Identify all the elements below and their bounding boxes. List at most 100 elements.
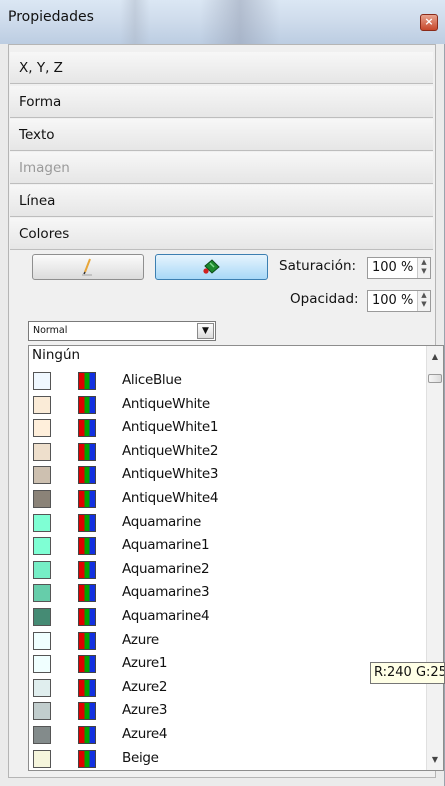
color-list[interactable]: Ningún AliceBlue AntiqueWhite AntiqueWhite… [28, 345, 444, 771]
spinner-arrows-icon[interactable]: ▲ ▼ [417, 258, 430, 278]
section-texto[interactable]: Texto [10, 119, 433, 151]
rgb-channels-icon [78, 419, 96, 438]
color-name: Azure4 [122, 725, 168, 742]
color-swatch [33, 489, 51, 508]
color-list-item[interactable]: AntiqueWhite2 [29, 440, 429, 464]
color-list-item[interactable]: Aquamarine4 [29, 605, 429, 629]
color-swatch [33, 678, 51, 697]
color-name: AntiqueWhite [122, 395, 210, 412]
color-name: Azure [122, 631, 159, 648]
title-bar-glass [120, 0, 150, 44]
color-swatch [33, 631, 51, 650]
chevron-down-icon[interactable]: ▼ [197, 323, 214, 339]
opacity-value: 100 % [372, 293, 414, 308]
blend-mode-select[interactable]: Normal ▼ [28, 321, 216, 341]
color-list-item[interactable]: AntiqueWhite4 [29, 487, 429, 511]
rgb-channels-icon [78, 372, 96, 390]
color-name: Aquamarine1 [122, 537, 210, 554]
spinner-arrows-icon[interactable]: ▲ ▼ [417, 291, 430, 311]
color-list-item[interactable]: Azure2 [29, 676, 429, 700]
fill-color-button[interactable] [155, 254, 268, 280]
rgb-channels-icon [78, 584, 96, 603]
vertical-scrollbar[interactable]: ▲ ▼ [426, 346, 443, 770]
color-swatch [33, 372, 51, 390]
color-list-item[interactable]: Azure4 [29, 723, 429, 747]
color-list-item[interactable]: Azure1 [29, 652, 429, 676]
section-colores[interactable]: Colores [10, 218, 433, 250]
color-list-item[interactable]: AliceBlue [29, 369, 429, 393]
color-name: AliceBlue [122, 372, 182, 388]
color-list-item[interactable]: Beige [29, 747, 429, 771]
scroll-up-icon[interactable]: ▲ [427, 352, 443, 361]
color-name: Aquamarine3 [122, 584, 210, 601]
color-swatch [33, 419, 51, 438]
color-list-item[interactable]: Aquamarine2 [29, 558, 429, 582]
color-list-item[interactable]: Azure [29, 629, 429, 653]
color-swatch [33, 513, 51, 532]
color-list-item[interactable]: Aquamarine3 [29, 581, 429, 605]
opacity-spinner[interactable]: 100 % ▲ ▼ [367, 290, 431, 312]
rgb-channels-icon [78, 442, 96, 461]
rgb-channels-icon [78, 631, 96, 650]
rgb-channels-icon [78, 395, 96, 414]
scroll-down-icon[interactable]: ▼ [427, 755, 443, 764]
saturation-value: 100 % [372, 260, 414, 275]
pen-color-button[interactable] [32, 254, 144, 280]
color-swatch [33, 395, 51, 414]
color-name: Aquamarine [122, 513, 201, 530]
section-forma[interactable]: Forma [10, 86, 433, 118]
color-swatch [33, 607, 51, 626]
color-swatch [33, 702, 51, 721]
paint-bucket-icon [202, 259, 220, 274]
color-swatch [33, 584, 51, 603]
color-name: Aquamarine2 [122, 560, 210, 577]
color-list-item[interactable]: AntiqueWhite1 [29, 416, 429, 440]
color-swatch [33, 560, 51, 579]
color-list-item[interactable]: AntiqueWhite [29, 393, 429, 417]
pen-icon [82, 258, 92, 276]
color-name: Azure3 [122, 702, 168, 719]
window-title: Propiedades [8, 9, 94, 25]
color-name: Azure2 [122, 678, 168, 695]
color-list-item[interactable] [29, 770, 429, 771]
rgb-channels-icon [78, 678, 96, 697]
title-bar[interactable]: Propiedades × [0, 0, 445, 44]
color-name: Azure1 [122, 655, 168, 672]
close-button[interactable]: × [420, 14, 438, 31]
rgb-channels-icon [78, 537, 96, 556]
color-swatch [33, 725, 51, 744]
rgb-channels-icon [78, 607, 96, 626]
color-swatch [33, 466, 51, 485]
color-list-item[interactable]: Azure3 [29, 699, 429, 723]
color-list-item[interactable]: AntiqueWhite3 [29, 463, 429, 487]
color-name: Aquamarine4 [122, 607, 210, 624]
rgb-channels-icon [78, 489, 96, 508]
rgb-channels-icon [78, 725, 96, 744]
section-imagen: Imagen [10, 152, 433, 184]
section-linea[interactable]: Línea [10, 185, 433, 217]
color-swatch [33, 537, 51, 556]
saturation-spinner[interactable]: 100 % ▲ ▼ [367, 257, 431, 279]
title-bar-glass [200, 0, 280, 44]
close-icon: × [424, 15, 434, 28]
rgb-channels-icon [78, 702, 96, 721]
rgb-channels-icon [78, 560, 96, 579]
color-swatch [33, 749, 51, 768]
properties-window: Propiedades × X, Y, Z Forma Texto Imagen… [0, 0, 445, 786]
color-list-item[interactable]: Aquamarine1 [29, 534, 429, 558]
rgb-channels-icon [78, 466, 96, 485]
color-tooltip: R:240 G:255 [370, 662, 445, 684]
rgb-channels-icon [78, 513, 96, 532]
color-name: Beige [122, 749, 159, 766]
color-name: AntiqueWhite2 [122, 442, 219, 459]
blend-mode-value: Normal [33, 325, 68, 336]
scroll-thumb[interactable] [428, 374, 442, 383]
color-list-item[interactable]: Aquamarine [29, 511, 429, 535]
color-list-rows: AliceBlue AntiqueWhite AntiqueWhite1 Antiqu… [29, 369, 429, 771]
color-list-none-item[interactable]: Ningún [32, 347, 80, 363]
opacity-label: Opacidad: [290, 291, 359, 307]
saturation-label: Saturación: [279, 258, 357, 274]
color-swatch [33, 442, 51, 461]
color-swatch [33, 655, 51, 674]
section-xyz[interactable]: X, Y, Z [10, 52, 433, 84]
